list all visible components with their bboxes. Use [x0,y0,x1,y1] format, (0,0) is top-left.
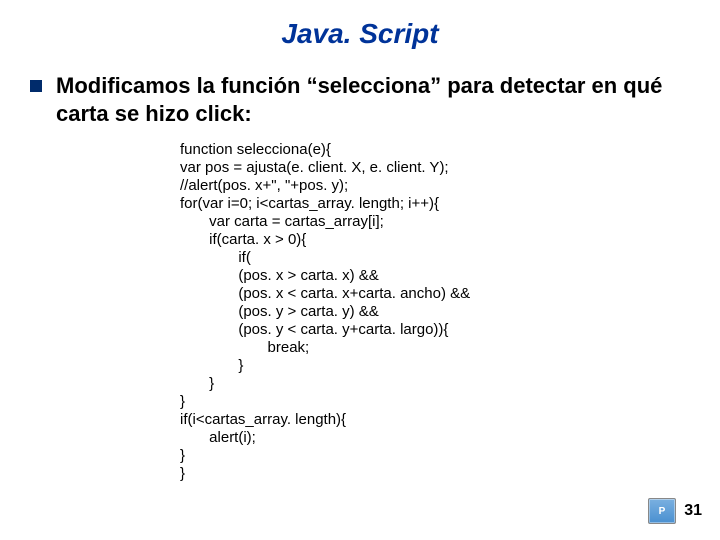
bullet-square-icon [30,80,42,92]
bullet-row: Modificamos la función “selecciona” para… [0,50,720,127]
slide-title: Java. Script [0,0,720,50]
bullet-text: Modificamos la función “selecciona” para… [56,72,690,127]
footer-logo-text: P [659,506,666,517]
slide: Java. Script Modificamos la función “sel… [0,0,720,540]
page-number: 31 [684,502,702,520]
code-block: function selecciona(e){ var pos = ajusta… [0,127,720,483]
footer-logo-icon: P [648,498,676,524]
